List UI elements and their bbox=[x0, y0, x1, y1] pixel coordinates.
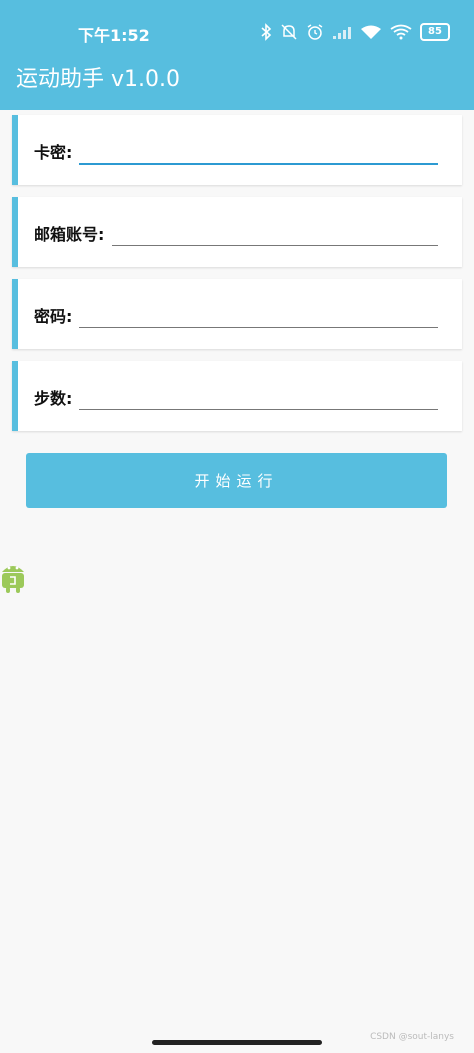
status-bar: 下午1:52 85 bbox=[0, 0, 474, 62]
email-input[interactable] bbox=[112, 245, 438, 246]
wifi-icon bbox=[361, 25, 381, 39]
code-label: 卡密: bbox=[34, 143, 73, 162]
email-label: 邮箱账号: bbox=[34, 225, 105, 244]
wifi-icon-2 bbox=[390, 24, 412, 40]
card-steps-field: 步数: bbox=[12, 361, 462, 431]
android-floating-icon[interactable] bbox=[0, 558, 26, 594]
app-title: 运动助手 v1.0.0 bbox=[16, 67, 180, 92]
app-bar: 运动助手 v1.0.0 bbox=[0, 62, 474, 110]
start-run-button[interactable]: 开始运行 bbox=[26, 453, 447, 508]
bluetooth-icon bbox=[261, 23, 272, 41]
steps-input[interactable] bbox=[79, 409, 438, 410]
card-password-field: 密码: bbox=[12, 279, 462, 349]
password-input[interactable] bbox=[79, 327, 438, 328]
status-time: 下午1:52 bbox=[78, 26, 150, 45]
mute-bell-icon bbox=[281, 24, 297, 40]
code-input[interactable] bbox=[79, 163, 438, 165]
status-icons: 85 bbox=[260, 22, 450, 42]
signal-icon bbox=[333, 27, 351, 39]
alarm-icon bbox=[307, 24, 323, 40]
battery-icon: 85 bbox=[420, 23, 450, 41]
gesture-nav-handle[interactable] bbox=[152, 1040, 322, 1045]
card-code-field: 卡密: bbox=[12, 115, 462, 185]
password-label: 密码: bbox=[34, 307, 73, 326]
card-email-field: 邮箱账号: bbox=[12, 197, 462, 267]
watermark: CSDN @sout-lanys bbox=[370, 1032, 454, 1042]
steps-label: 步数: bbox=[34, 389, 73, 408]
